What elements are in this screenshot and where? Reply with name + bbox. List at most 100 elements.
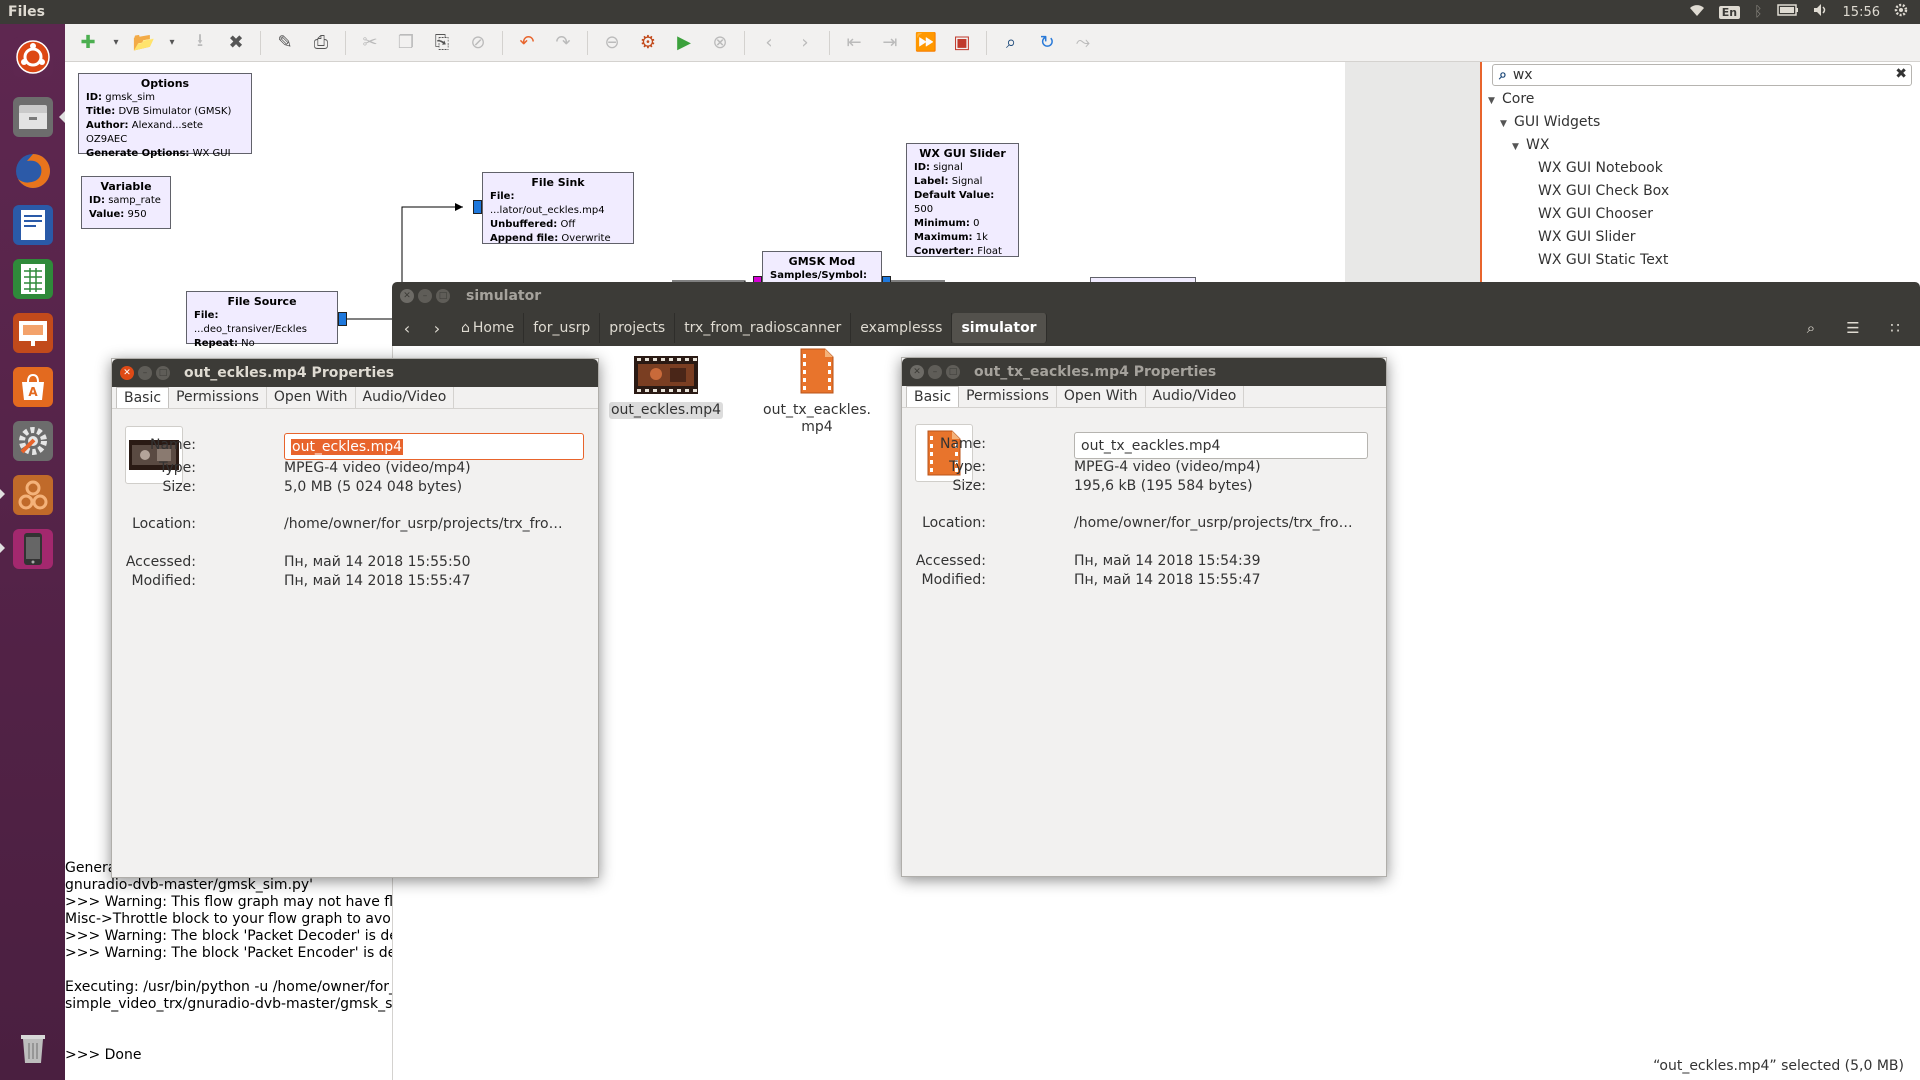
volume-icon[interactable] — [1813, 3, 1829, 21]
dialog-titlebar[interactable]: ✕ – □ out_tx_eackles.mp4 Properties — [902, 358, 1386, 386]
enable-block-button[interactable]: ⇤ — [839, 28, 869, 58]
bluetooth-icon[interactable]: ᛒ — [1754, 4, 1762, 20]
toggle-hide-button[interactable]: ⤳ — [1068, 28, 1098, 58]
expander-arrow-icon[interactable]: ▼ — [1488, 96, 1502, 106]
output-port[interactable] — [338, 312, 347, 326]
tree-item[interactable]: ▼ GUI Widgets — [1500, 114, 1600, 130]
launcher-phone[interactable] — [0, 522, 59, 575]
breadcrumb-item[interactable]: for_usrp — [524, 313, 601, 343]
tab-basic[interactable]: Basic — [906, 386, 960, 407]
kill-flowgraph-button[interactable]: ▣ — [947, 28, 977, 58]
file-item-out-tx-eackles[interactable]: out_tx_eackles. mp4 — [757, 348, 877, 436]
block-search-field[interactable]: ⌕ wx ✖ — [1492, 64, 1912, 86]
tree-item[interactable]: ▼ Core — [1488, 91, 1534, 107]
minimize-icon[interactable]: – — [928, 365, 942, 379]
launcher-firefox[interactable] — [6, 144, 59, 197]
breadcrumb-item[interactable]: simulator — [952, 313, 1047, 343]
disable-block-button[interactable]: ⊖ — [597, 28, 627, 58]
back-button[interactable]: ‹ — [392, 313, 422, 343]
tab-audio-video[interactable]: Audio/Video — [356, 387, 455, 408]
expander-arrow-icon[interactable]: ▼ — [1500, 119, 1514, 129]
maximize-icon[interactable]: □ — [436, 289, 450, 303]
name-field[interactable]: out_tx_eackles.mp4 — [1074, 432, 1368, 459]
tree-item[interactable]: WX GUI Static Text — [1538, 252, 1668, 268]
open-button[interactable]: 📂 — [129, 28, 159, 58]
clear-search-icon[interactable]: ✖ — [1895, 66, 1907, 82]
clock[interactable]: 15:56 — [1843, 5, 1880, 20]
tree-item[interactable]: WX GUI Chooser — [1538, 206, 1653, 222]
generate-button[interactable]: ⚙ — [633, 28, 663, 58]
bypass-block-button[interactable]: ⇥ — [875, 28, 905, 58]
battery-icon[interactable] — [1776, 4, 1799, 20]
rotate-ccw-button[interactable]: ‹ — [754, 28, 784, 58]
block-variable[interactable]: Variable ID: samp_rate Value: 950 — [81, 176, 171, 229]
launcher-gnuradio[interactable] — [0, 468, 59, 521]
properties-button[interactable]: ✎ — [270, 28, 300, 58]
tab-permissions[interactable]: Permissions — [169, 387, 267, 408]
cut-button[interactable]: ✂ — [355, 28, 385, 58]
undo-button[interactable]: ↶ — [512, 28, 542, 58]
input-port[interactable] — [473, 200, 482, 214]
tab-audio-video[interactable]: Audio/Video — [1146, 386, 1245, 407]
redo-button[interactable]: ↷ — [548, 28, 578, 58]
launcher-trash[interactable] — [6, 1020, 59, 1073]
tab-permissions[interactable]: Permissions — [959, 386, 1057, 407]
delete-button[interactable]: ⊘ — [463, 28, 493, 58]
tree-item[interactable]: WX GUI Check Box — [1538, 183, 1669, 199]
block-wx-gui-slider[interactable]: WX GUI Slider ID: signal Label: Signal D… — [906, 143, 1019, 257]
block-options[interactable]: Options ID: gmsk_sim Title: DVB Simulato… — [78, 73, 252, 159]
tree-item[interactable]: ▼ WX — [1512, 137, 1549, 153]
minimize-icon[interactable]: – — [138, 366, 152, 380]
launcher-settings[interactable] — [6, 414, 59, 467]
forward-button[interactable]: › — [422, 313, 452, 343]
file-item-out-eckles[interactable]: out_eckles.mp4 — [606, 356, 726, 419]
maximize-icon[interactable]: □ — [946, 365, 960, 379]
maximize-icon[interactable]: □ — [156, 366, 170, 380]
tree-item[interactable]: WX GUI Slider — [1538, 229, 1635, 245]
print-button[interactable]: ⎙ — [306, 28, 336, 58]
reload-blocks-button[interactable]: ↻ — [1032, 28, 1062, 58]
tab-open-with[interactable]: Open With — [1057, 386, 1146, 407]
search-button[interactable]: ⌕ — [1796, 313, 1826, 343]
find-block-button[interactable]: ⌕ — [996, 28, 1026, 58]
close-icon[interactable]: ✕ — [400, 289, 414, 303]
keyboard-layout-indicator[interactable]: En — [1718, 5, 1741, 19]
launcher-impress[interactable] — [6, 306, 59, 359]
breadcrumb-item[interactable]: projects — [600, 313, 676, 343]
minimize-icon[interactable]: – — [418, 289, 432, 303]
breadcrumb-item[interactable]: ⌂ Home — [452, 313, 525, 343]
rotate-cw-button[interactable]: › — [790, 28, 820, 58]
kill-button[interactable]: ⊗ — [705, 28, 735, 58]
launcher-calc[interactable] — [6, 252, 59, 305]
save-button[interactable]: ⭳ — [185, 28, 215, 58]
expander-arrow-icon[interactable]: ▼ — [1512, 142, 1526, 152]
tab-open-with[interactable]: Open With — [267, 387, 356, 408]
close-flowgraph-button[interactable]: ✖ — [221, 28, 251, 58]
copy-button[interactable]: ❐ — [391, 28, 421, 58]
forward-button[interactable]: ⏩ — [911, 28, 941, 58]
tab-basic[interactable]: Basic — [116, 387, 170, 408]
execute-button[interactable]: ▶ — [669, 28, 699, 58]
tree-item[interactable]: WX GUI Notebook — [1538, 160, 1663, 176]
launcher-files[interactable] — [6, 90, 65, 143]
open-dropdown-button[interactable]: ▾ — [165, 28, 179, 58]
breadcrumb-item[interactable]: examplesss — [851, 313, 953, 343]
settings-gear-icon[interactable] — [1894, 3, 1908, 21]
grid-view-button[interactable]: ∷ — [1880, 313, 1910, 343]
block-file-sink[interactable]: File Sink File: ...lator/out_eckles.mp4 … — [482, 172, 634, 244]
new-flowgraph-button[interactable]: ✚ — [73, 28, 103, 58]
name-field[interactable]: out_eckles.mp4 — [284, 433, 584, 460]
launcher-software[interactable]: A — [6, 360, 59, 413]
close-icon[interactable]: ✕ — [910, 365, 924, 379]
new-dropdown-button[interactable]: ▾ — [109, 28, 123, 58]
close-icon[interactable]: ✕ — [120, 366, 134, 380]
dash-button[interactable] — [6, 30, 59, 83]
wifi-icon[interactable] — [1689, 3, 1705, 21]
breadcrumb-item[interactable]: trx_from_radioscanner — [675, 313, 852, 343]
paste-button[interactable]: ⎘ — [427, 28, 457, 58]
launcher-writer[interactable] — [6, 198, 59, 251]
block-file-source[interactable]: File Source File: ...deo_transiver/Eckle… — [186, 291, 338, 349]
nautilus-titlebar[interactable]: ✕ – □ simulator — [392, 282, 1920, 310]
list-view-button[interactable]: ☰ — [1838, 313, 1868, 343]
dialog-titlebar[interactable]: ✕ – □ out_eckles.mp4 Properties — [112, 359, 598, 387]
